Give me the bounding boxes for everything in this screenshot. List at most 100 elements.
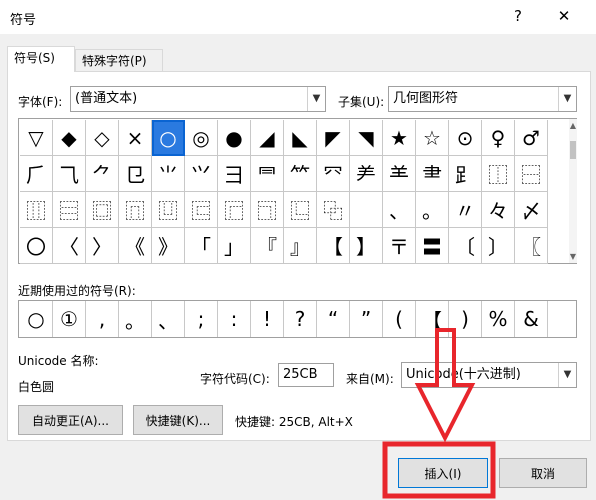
recent-symbol-cell[interactable]: ○	[20, 301, 53, 337]
symbol-cell[interactable]: ⺻	[416, 156, 449, 192]
symbol-cell[interactable]: ▽	[20, 120, 53, 156]
symbol-cell[interactable]	[350, 192, 383, 228]
recent-symbol-cell[interactable]: ①	[53, 301, 86, 337]
symbol-cell[interactable]: ◣	[284, 120, 317, 156]
recent-symbol-cell[interactable]: ;	[185, 301, 218, 337]
autocorrect-button[interactable]: 自动更正(A)...	[18, 405, 123, 435]
recent-symbol-cell[interactable]: %	[482, 301, 515, 337]
symbol-cell[interactable]: ⺮	[284, 156, 317, 192]
scrollbar-thumb[interactable]	[570, 141, 576, 159]
symbol-cell[interactable]: 」	[218, 228, 251, 264]
symbol-cell[interactable]: ⿵	[119, 192, 152, 228]
symbol-cell[interactable]: ⿸	[218, 192, 251, 228]
symbol-cell[interactable]: ⿶	[152, 192, 185, 228]
symbol-cell[interactable]: 「	[185, 228, 218, 264]
chevron-down-icon[interactable]: ▼	[307, 87, 325, 111]
symbol-cell[interactable]: ◢	[251, 120, 284, 156]
symbol-cell[interactable]: 』	[284, 228, 317, 264]
symbol-cell[interactable]: ☆	[416, 120, 449, 156]
symbol-cell[interactable]: ⺶	[350, 156, 383, 192]
symbol-cell[interactable]: 【	[317, 228, 350, 264]
recent-symbol-cell[interactable]: 、	[152, 301, 185, 337]
symbol-cell[interactable]: ◆	[53, 120, 86, 156]
char-code-input[interactable]: 25CB	[278, 363, 334, 387]
scroll-down-icon[interactable]: ▼	[569, 252, 577, 261]
symbol-cell[interactable]: ⊙	[449, 120, 482, 156]
grid-scrollbar[interactable]: ▲ ▼	[569, 119, 577, 263]
symbol-cell[interactable]: ×	[119, 120, 152, 156]
symbol-cell[interactable]: ◎	[185, 120, 218, 156]
symbol-cell[interactable]: ♀	[482, 120, 515, 156]
symbol-cell[interactable]: 《	[119, 228, 152, 264]
symbol-cell[interactable]: 『	[251, 228, 284, 264]
symbol-cell[interactable]: ⺁	[20, 156, 53, 192]
symbol-cell[interactable]: ⿱	[515, 156, 548, 192]
subset-dropdown[interactable]: 几何图形符 ▼	[388, 86, 577, 112]
symbol-cell[interactable]: 〃	[449, 192, 482, 228]
symbol-cell[interactable]: 】	[350, 228, 383, 264]
symbol-cell[interactable]: ⺍	[185, 156, 218, 192]
symbol-cell[interactable]: ◥	[350, 120, 383, 156]
symbol-cell[interactable]: ⺜	[251, 156, 284, 192]
recent-symbol-cell[interactable]: “	[317, 301, 350, 337]
symbol-cell[interactable]: 〔	[449, 228, 482, 264]
help-button[interactable]: ?	[506, 4, 530, 28]
font-dropdown[interactable]: (普通文本) ▼	[70, 86, 326, 112]
symbol-cell[interactable]: 〕	[482, 228, 515, 264]
symbol-cell[interactable]: ♂	[515, 120, 548, 156]
recent-symbol-cell[interactable]: )	[449, 301, 482, 337]
insert-button[interactable]: 插入(I)	[398, 458, 488, 488]
chevron-down-icon[interactable]: ▼	[558, 363, 576, 387]
tab-symbols[interactable]: 符号(S)	[7, 46, 75, 72]
chevron-down-icon[interactable]: ▼	[558, 87, 576, 111]
symbol-cell[interactable]: 々	[482, 192, 515, 228]
symbol-cell[interactable]: 、	[383, 192, 416, 228]
recent-symbol-cell[interactable]: &	[515, 301, 548, 337]
recent-symbol-cell[interactable]: :	[218, 301, 251, 337]
from-dropdown[interactable]: Unicode(十六进制) ▼	[401, 362, 577, 388]
recent-symbols-list[interactable]: ○ ①,。、;:!? “”(【)% &	[18, 300, 577, 338]
symbol-grid[interactable]: ▲ ▼ ▽ ◆ ◇ × ○ ◎ ● ◢ ◣ ◤ ◥ ★ ☆ ⊙ ♀ ♂ ⺁⺄⺈⺋⺌⺍⺕⺜⺮⺳⺶⺷⺻⻊⿰⿱⿲⿳⿴⿵…	[18, 118, 577, 264]
recent-symbol-cell[interactable]: !	[251, 301, 284, 337]
symbol-cell[interactable]: ⻊	[449, 156, 482, 192]
symbol-cell[interactable]: ⿲	[20, 192, 53, 228]
symbol-cell[interactable]: 〖	[515, 228, 548, 264]
close-button[interactable]: ✕	[552, 4, 576, 28]
symbol-cell[interactable]: 》	[152, 228, 185, 264]
symbol-cell[interactable]: 〒	[383, 228, 416, 264]
symbol-cell[interactable]: ⿰	[482, 156, 515, 192]
symbol-cell[interactable]: ◤	[317, 120, 350, 156]
symbol-cell[interactable]: 〓	[416, 228, 449, 264]
symbol-cell[interactable]: ●	[218, 120, 251, 156]
recent-symbol-cell[interactable]: 。	[119, 301, 152, 337]
symbol-cell[interactable]: ◇	[86, 120, 119, 156]
symbol-cell[interactable]: ⺷	[383, 156, 416, 192]
symbol-cell[interactable]: ⿴	[86, 192, 119, 228]
recent-symbol-cell[interactable]: (	[383, 301, 416, 337]
recent-symbol-cell[interactable]: ,	[86, 301, 119, 337]
symbol-cell[interactable]: 〈	[53, 228, 86, 264]
symbol-cell[interactable]: 〆	[515, 192, 548, 228]
symbol-cell[interactable]: ○	[152, 120, 185, 156]
symbol-cell[interactable]: ⿳	[53, 192, 86, 228]
symbol-cell[interactable]: ⿺	[284, 192, 317, 228]
symbol-cell[interactable]: 。	[416, 192, 449, 228]
shortcut-key-button[interactable]: 快捷键(K)...	[133, 405, 223, 435]
symbol-cell[interactable]: ⿷	[185, 192, 218, 228]
recent-symbol-cell[interactable]: 【	[416, 301, 449, 337]
scroll-up-icon[interactable]: ▲	[569, 121, 577, 130]
recent-symbol-cell[interactable]: ?	[284, 301, 317, 337]
symbol-cell[interactable]: ⿹	[251, 192, 284, 228]
symbol-cell[interactable]: 〇	[20, 228, 53, 264]
symbol-cell[interactable]: ⺋	[119, 156, 152, 192]
symbol-cell[interactable]: ⺄	[53, 156, 86, 192]
symbol-cell[interactable]: ★	[383, 120, 416, 156]
tab-special-characters[interactable]: 特殊字符(P)	[75, 49, 163, 73]
symbol-cell[interactable]: 〉	[86, 228, 119, 264]
symbol-cell[interactable]: ⺕	[218, 156, 251, 192]
cancel-button[interactable]: 取消	[499, 458, 587, 488]
recent-symbol-cell[interactable]: ”	[350, 301, 383, 337]
symbol-cell[interactable]: ⺈	[86, 156, 119, 192]
symbol-cell[interactable]: ⺌	[152, 156, 185, 192]
symbol-cell[interactable]: ⿻	[317, 192, 350, 228]
